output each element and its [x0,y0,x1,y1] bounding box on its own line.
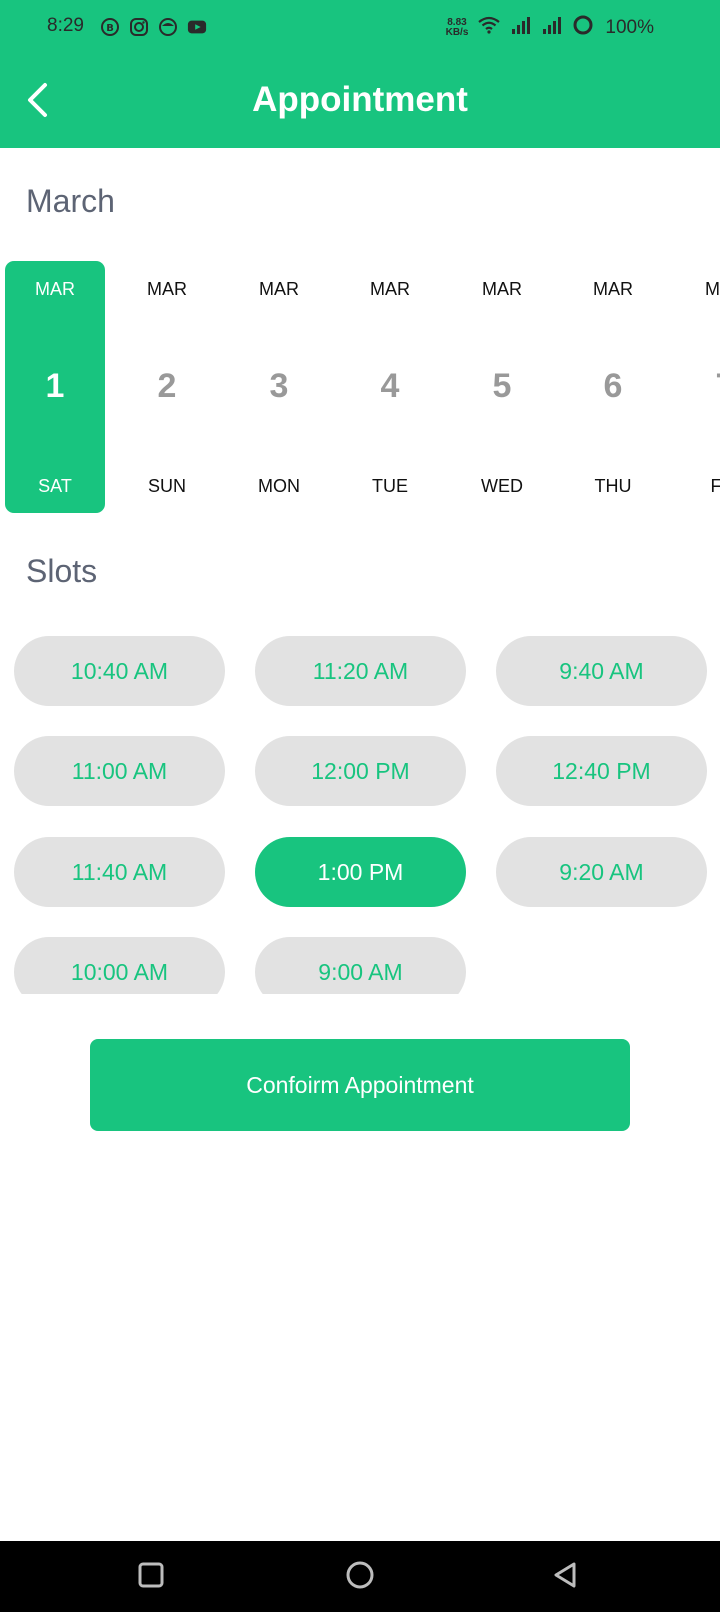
status-time: 8:29 [47,15,84,36]
date-item[interactable]: MAR 3 MON [229,261,329,513]
date-day: 4 [380,367,400,405]
battery-percent: 100% [605,16,654,38]
date-weekday: FRI [710,476,720,496]
slot-button[interactable]: 12:40 PM [496,736,707,806]
page-title: Appointment [252,80,468,119]
slots-title: Slots [26,553,98,589]
youtube-icon [187,17,207,37]
status-bar: 8:29 B 8.83 KB/s 100% [0,0,720,56]
date-month: MAR [370,279,410,299]
confirm-appointment-button[interactable]: Confoirm Appointment [90,1039,630,1131]
date-weekday: WED [481,476,523,496]
slot-button[interactable]: 9:40 AM [496,636,707,706]
recent-apps-button[interactable] [127,1553,175,1601]
slot-button[interactable]: 1:00 PM [255,837,466,907]
home-button[interactable] [336,1553,384,1601]
date-day: 1 [45,367,65,405]
date-item[interactable]: MAR 4 TUE [340,261,440,513]
home-icon [344,1559,376,1596]
date-month: MAR [705,279,720,299]
slot-grid: 10:40 AM 11:20 AM 9:40 AM 11:00 AM 12:00… [0,636,720,994]
slot-button[interactable]: 11:20 AM [255,636,466,706]
date-item[interactable]: MAR 2 SUN [117,261,217,513]
app-header: 8:29 B 8.83 KB/s 100% Appointment [0,0,720,148]
date-weekday: SUN [147,476,186,496]
date-strip: MAR 1 SAT MAR 2 SUN MAR 3 MON MAR 4 TUE … [0,261,720,513]
slot-button[interactable]: 10:00 AM [14,937,225,994]
speed-value: 8.83 [447,16,467,28]
date-month: MAR [482,279,522,299]
date-day: 7 [675,367,720,406]
slot-button[interactable]: 12:00 PM [255,736,466,806]
slot-button[interactable]: 11:40 AM [14,837,225,907]
wifi-icon [477,15,501,40]
signal-icon-2 [541,15,563,40]
svg-text:B: B [106,23,114,34]
date-item[interactable]: MAR 5 WED [452,261,552,513]
date-month: MAR [35,279,75,299]
speed-unit: KB/s [445,26,469,38]
date-weekday: MON [258,476,300,496]
system-back-button[interactable] [541,1553,589,1601]
date-month: MAR [259,279,299,299]
network-speed: 8.83 KB/s [445,16,469,38]
notification-icons: B [100,17,207,37]
back-triangle-icon [550,1560,580,1595]
status-right: 8.83 KB/s 100% [446,14,654,41]
date-day: 2 [157,367,177,405]
date-day: 3 [269,367,289,405]
app-icon [158,17,178,37]
date-month: MAR [147,279,187,299]
date-weekday: THU [594,476,632,496]
slot-button[interactable]: 11:00 AM [14,736,225,806]
date-item[interactable]: MAR 1 SAT [5,261,105,513]
date-month: MAR [593,279,633,299]
date-item[interactable]: MAR 7 FRI [675,261,720,513]
month-label: March [26,183,115,219]
signal-icon [510,15,532,40]
date-weekday: TUE [372,476,408,496]
recent-apps-icon [136,1560,166,1595]
instagram-icon [129,17,149,37]
date-item[interactable]: MAR 6 THU [563,261,663,513]
b-icon: B [100,17,120,37]
battery-icon [572,14,594,41]
system-nav-bar [0,1541,720,1612]
slot-button[interactable]: 10:40 AM [14,636,225,706]
date-day: 5 [492,367,512,405]
date-day: 6 [603,367,623,405]
date-weekday: SAT [38,476,72,496]
slot-button[interactable]: 9:00 AM [255,937,466,994]
slot-button[interactable]: 9:20 AM [496,837,707,907]
